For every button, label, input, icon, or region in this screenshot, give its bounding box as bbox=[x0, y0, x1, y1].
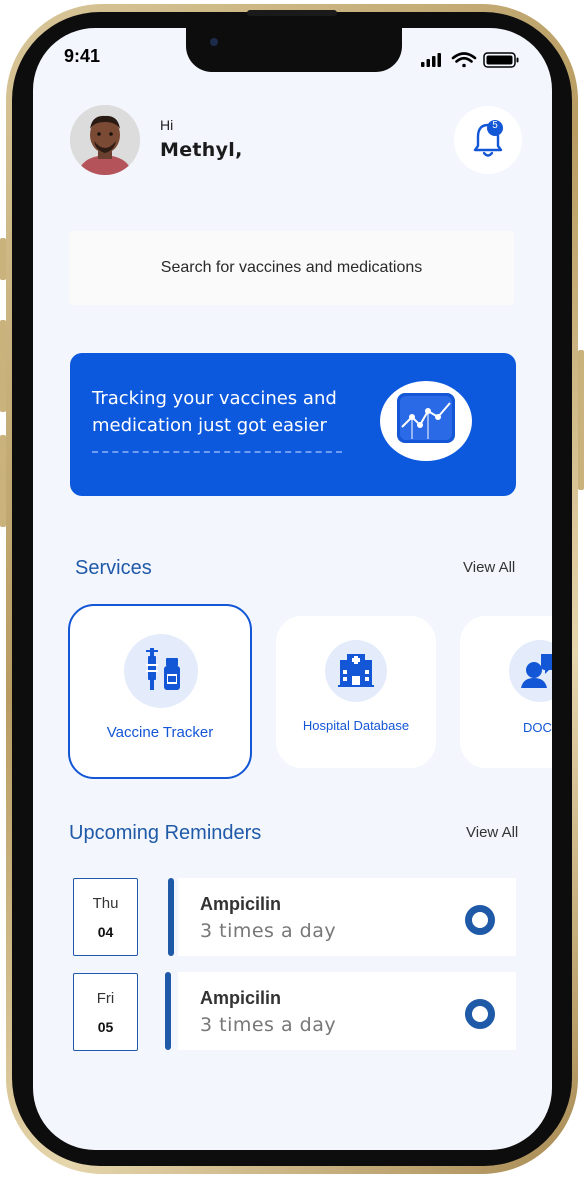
hospital-icon bbox=[338, 654, 374, 687]
doctor-chat-icon bbox=[521, 654, 552, 688]
front-camera bbox=[210, 38, 218, 46]
service-label: DOC bbox=[523, 720, 552, 735]
reminder-frequency: 3 times a day bbox=[200, 920, 337, 942]
greeting-text: Hi bbox=[160, 117, 174, 133]
reminder-status-toggle[interactable] bbox=[465, 905, 495, 935]
doctor-chat-icon-circle bbox=[509, 640, 552, 702]
reminders-title: Upcoming Reminders bbox=[69, 822, 262, 844]
reminder-date-box: Thu 04 bbox=[73, 878, 138, 956]
status-time: 9:41 bbox=[64, 46, 101, 66]
reminder-medication-name: Ampicilin bbox=[200, 894, 282, 914]
reminder-date: 05 bbox=[97, 1019, 114, 1035]
service-label: Vaccine Tracker bbox=[106, 724, 214, 741]
service-card-hospital-database[interactable]: Hospital Database bbox=[276, 616, 436, 768]
banner-divider bbox=[92, 451, 342, 453]
hospital-icon-circle bbox=[325, 640, 387, 702]
reminder-status-toggle[interactable] bbox=[465, 999, 495, 1029]
notification-count-badge: 5 bbox=[492, 120, 498, 131]
reminder-date-box: Fri 05 bbox=[73, 973, 138, 1051]
silent-switch bbox=[0, 238, 6, 280]
user-avatar-icon bbox=[70, 105, 140, 175]
volume-up-button bbox=[0, 320, 6, 412]
power-button bbox=[578, 350, 584, 490]
search-input[interactable]: Search for vaccines and medications bbox=[69, 231, 514, 305]
services-title: Services bbox=[75, 557, 152, 579]
avatar[interactable] bbox=[70, 105, 140, 175]
notch bbox=[186, 28, 402, 72]
line-chart-icon bbox=[397, 393, 455, 443]
battery-icon bbox=[483, 52, 519, 68]
status-icons bbox=[421, 50, 521, 70]
user-name: Methyl, bbox=[160, 139, 243, 161]
reminder-day: Thu bbox=[92, 895, 119, 912]
reminder-frequency: 3 times a day bbox=[200, 1014, 337, 1036]
service-card-vaccine-tracker[interactable]: Vaccine Tracker bbox=[68, 604, 252, 779]
app-screen: 9:41 Hi Methyl, 5 Search for vaccines an… bbox=[33, 28, 552, 1150]
reminders-view-all-link[interactable]: View All bbox=[466, 824, 518, 841]
reminder-date: 04 bbox=[97, 924, 114, 940]
reminder-card[interactable]: Ampicilin 3 times a day bbox=[178, 972, 516, 1050]
reminder-day: Fri bbox=[96, 990, 115, 1007]
vaccine-icon-circle bbox=[124, 634, 198, 708]
banner-text: Tracking your vaccines and medication ju… bbox=[92, 388, 337, 436]
reminder-card[interactable]: Ampicilin 3 times a day bbox=[178, 878, 516, 956]
vaccine-icon bbox=[146, 648, 180, 690]
earpiece-speaker bbox=[247, 10, 337, 16]
reminder-accent-bar bbox=[168, 878, 174, 956]
promo-banner[interactable]: Tracking your vaccines and medication ju… bbox=[70, 353, 516, 496]
banner-icon-circle bbox=[380, 381, 472, 461]
bell-icon bbox=[473, 120, 503, 157]
notifications-button[interactable]: 5 bbox=[454, 106, 522, 174]
wifi-icon bbox=[451, 52, 477, 68]
service-card-doc[interactable]: DOC bbox=[460, 616, 552, 768]
cellular-signal-icon bbox=[421, 53, 441, 67]
volume-down-button bbox=[0, 435, 6, 527]
services-view-all-link[interactable]: View All bbox=[463, 559, 515, 576]
reminder-accent-bar bbox=[165, 972, 171, 1050]
service-label: Hospital Database bbox=[302, 718, 410, 733]
reminder-medication-name: Ampicilin bbox=[200, 988, 282, 1008]
